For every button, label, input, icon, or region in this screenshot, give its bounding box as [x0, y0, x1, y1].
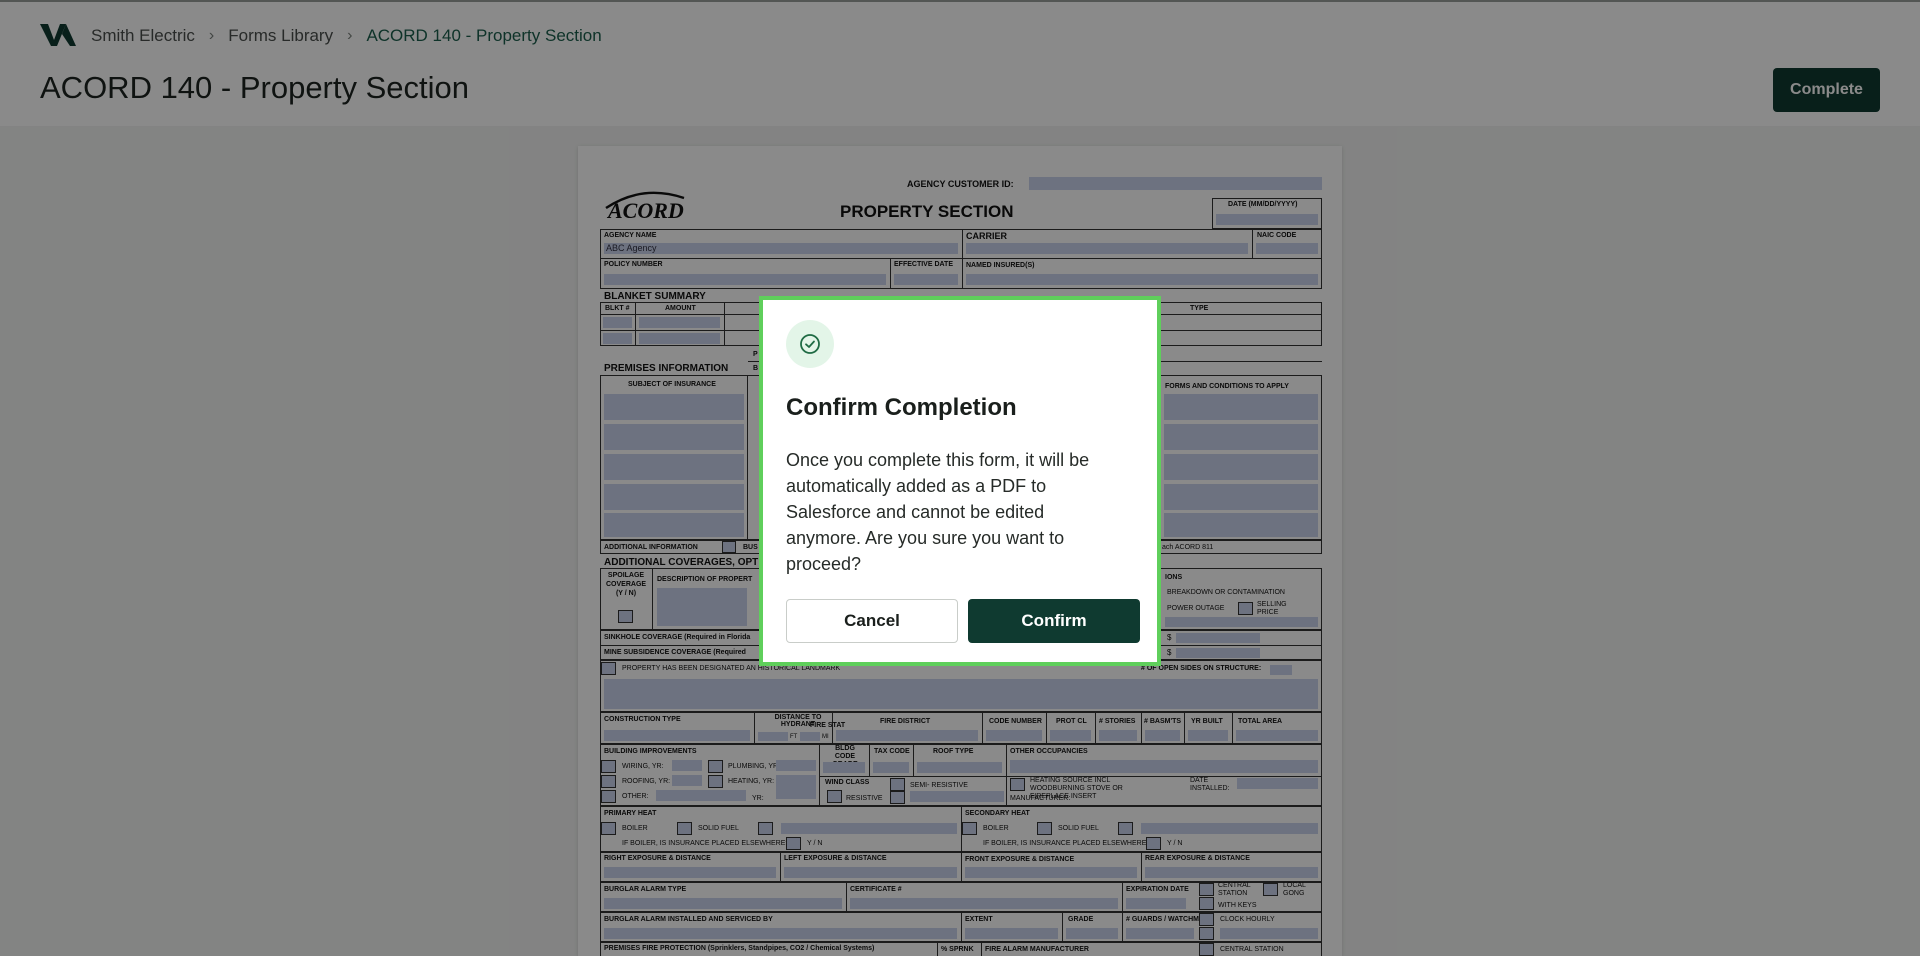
confirm-completion-dialog: Confirm Completion Once you complete thi…	[759, 296, 1161, 666]
dialog-title: Confirm Completion	[786, 394, 1017, 421]
check-circle-icon	[786, 320, 834, 368]
confirm-button[interactable]: Confirm	[968, 599, 1140, 643]
dialog-message: Once you complete this form, it will be …	[786, 450, 1090, 574]
cancel-button[interactable]: Cancel	[786, 599, 958, 643]
